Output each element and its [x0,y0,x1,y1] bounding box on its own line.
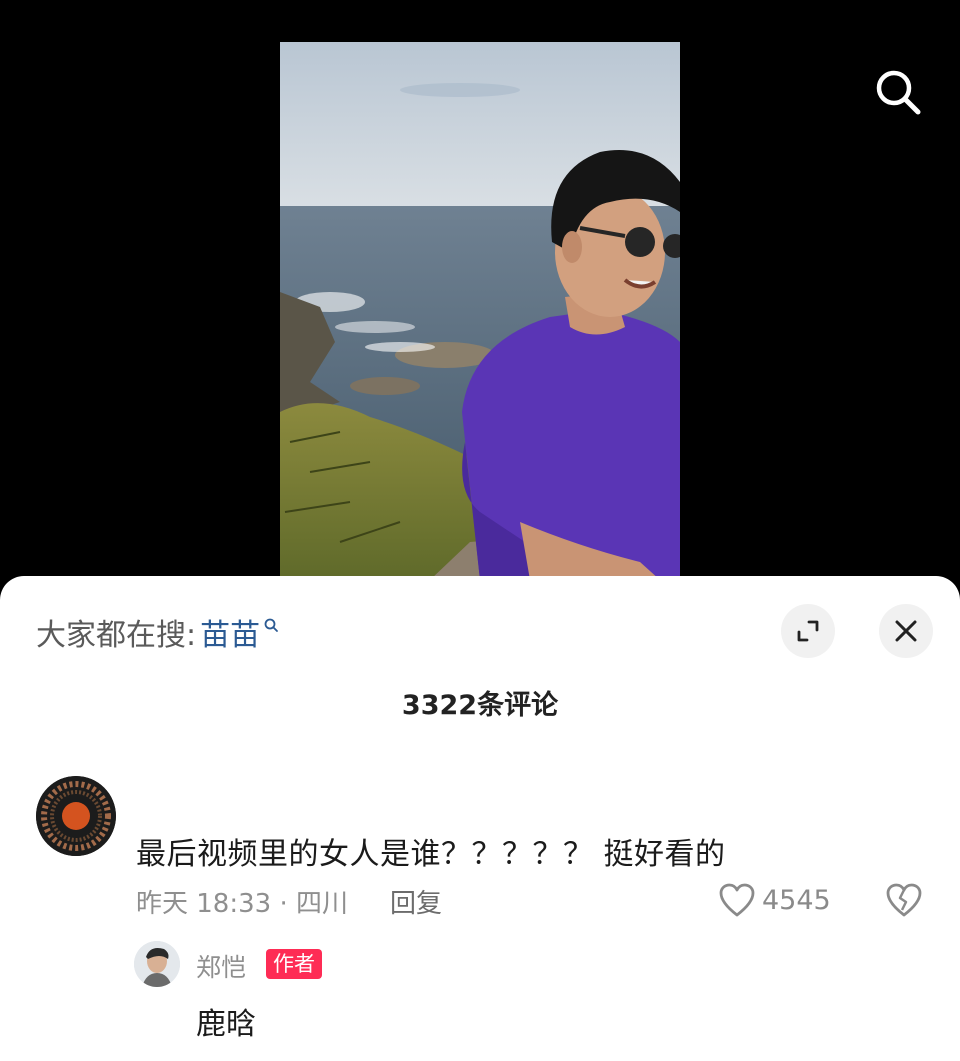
comment-sheet: 大家都在搜: 苗苗 3322条评论 最后视频里的女人是谁？？？？？ 挺好看的 昨… [0,576,960,1061]
reply-button[interactable]: 回复 [390,883,442,920]
expand-button[interactable] [781,604,835,658]
dislike-button[interactable] [884,880,924,920]
avatar-image [134,941,180,987]
video-frame[interactable] [280,42,680,580]
trending-search-bar[interactable]: 大家都在搜: 苗苗 [36,610,279,654]
close-button[interactable] [879,604,933,658]
reply-text: 鹿晗 [196,1007,256,1042]
comment-text: 最后视频里的女人是谁？？？？？ 挺好看的 [136,837,726,872]
avatar[interactable] [134,941,180,987]
video-player[interactable] [0,0,960,600]
author-badge: 作者 [266,949,322,979]
comment-count-title: 3322条评论 [401,690,559,721]
avatar-image [36,776,116,856]
search-icon [876,70,921,115]
comment-meta: 昨天 18:33 · 四川 [136,889,348,919]
avatar[interactable] [36,776,116,856]
video-search-button[interactable] [868,62,928,122]
video-still-image [280,42,680,580]
like-count: 4545 [762,884,831,916]
reply-username[interactable]: 郑恺 [196,948,246,984]
trending-prefix: 大家都在搜: [36,618,197,653]
like-button[interactable]: 4545 [718,880,831,920]
close-icon [895,620,917,642]
search-icon [264,618,279,632]
expand-icon [797,620,819,642]
broken-heart-icon [886,883,922,917]
trending-keyword-link[interactable]: 苗苗 [200,610,260,654]
heart-icon [719,883,755,917]
